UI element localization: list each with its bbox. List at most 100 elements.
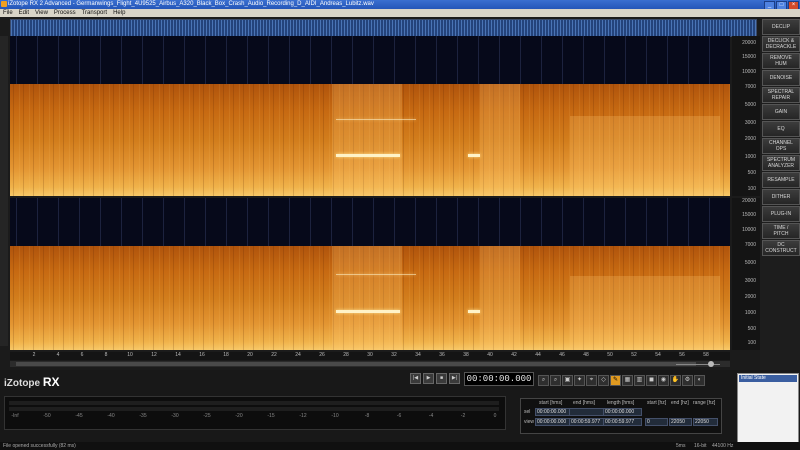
meter-scale-label: -45 <box>75 413 83 419</box>
time-label: 38 <box>463 352 469 358</box>
spectrogram-channel-right[interactable] <box>10 198 730 350</box>
sel-end-field[interactable] <box>569 408 604 416</box>
menu-file[interactable]: File <box>0 9 16 17</box>
history-item[interactable]: Initial State <box>739 375 797 382</box>
freq-label: 10000 <box>742 227 756 233</box>
lasso-icon[interactable]: ◇ <box>598 375 609 386</box>
zoom-slider[interactable] <box>668 361 728 367</box>
module-button-declip[interactable]: DECLIP <box>762 19 800 35</box>
transport-controls: |◀ ▶ ■ ▶| <box>410 373 460 384</box>
meter-scale-label: -20 <box>235 413 243 419</box>
module-button-denoise[interactable]: DENOISE <box>762 70 800 86</box>
time-label: 16 <box>199 352 205 358</box>
time-label: 4 <box>56 352 60 358</box>
module-button-dither[interactable]: DITHER <box>762 189 800 205</box>
view-start-field[interactable]: 00:00:00.000 <box>535 418 570 426</box>
selection-info-panel: start [hms] end [hms] length [hms] start… <box>520 398 722 434</box>
header-start-hms: start [hms] <box>539 400 563 406</box>
time-axis: 2 4 6 8 10 12 14 16 18 20 22 24 26 28 30 32 34 36 38 40 42 44… <box>10 352 730 360</box>
horizontal-scrollbar[interactable] <box>10 361 730 367</box>
stop-button[interactable]: ■ <box>436 373 447 384</box>
freq-label: 7000 <box>744 242 756 248</box>
freq-label: 5000 <box>744 260 756 266</box>
meter-scale-label: -50 <box>43 413 51 419</box>
status-message: File opened successfully (82 ms) <box>3 443 76 449</box>
meter-scale-label: -12 <box>299 413 307 419</box>
rect-select-icon[interactable]: ◼ <box>646 375 657 386</box>
brightness-icon[interactable]: ◐ <box>694 375 705 386</box>
time-label: 28 <box>343 352 349 358</box>
freq-label: 10000 <box>742 69 756 75</box>
header-end-hz: end [hz] <box>671 400 689 406</box>
time-label: 34 <box>415 352 421 358</box>
window-title: iZotope RX 2 Advanced - Germanwings_Flig… <box>8 1 374 7</box>
zoom-in-icon[interactable]: ⌕ <box>538 375 549 386</box>
module-button-declick-decrackle[interactable]: DECLICK & DECRACKLE <box>762 36 800 52</box>
meter-scale-label: -Inf <box>11 413 19 419</box>
module-button-dc-construct[interactable]: DC CONSTRUCT <box>762 240 800 256</box>
time-label: 14 <box>175 352 181 358</box>
module-button-spectral-repair[interactable]: SPECTRAL REPAIR <box>762 87 800 103</box>
freq-label: 500 <box>747 326 756 332</box>
brush-icon[interactable]: ✎ <box>610 375 621 386</box>
meter-scale-label: -40 <box>107 413 115 419</box>
zoom-slider-knob[interactable] <box>708 361 714 367</box>
menu-transport[interactable]: Transport <box>79 9 110 17</box>
settings-icon[interactable]: ⚙ <box>682 375 693 386</box>
tone-line <box>468 154 480 157</box>
view-start-hz-field[interactable]: 0 <box>645 418 668 426</box>
module-button-plug-in[interactable]: PLUG-IN <box>762 206 800 222</box>
overview-view-region[interactable] <box>11 20 756 36</box>
module-button-gain[interactable]: GAIN <box>762 104 800 120</box>
freq-label: 1000 <box>744 310 756 316</box>
time-label: 8 <box>104 352 108 358</box>
level-meter: -Inf -50 -45 -40 -35 -30 -25 -20 -15 -12 -10 -8 -6 -4… <box>4 396 506 430</box>
module-button-spectrum-analyzer[interactable]: SPECTRUM ANALYZER <box>762 155 800 171</box>
bottom-panel: iZotope RX |◀ ▶ ■ ▶| 00:00:00.000 ⌕ ⌕ ▣ ✦ ⌖ ◇… <box>0 370 800 450</box>
scrollbar-thumb[interactable] <box>16 362 696 366</box>
menu-process[interactable]: Process <box>51 9 79 17</box>
freq-label: 1000 <box>744 154 756 160</box>
timecode-display: 00:00:00.000 <box>464 372 534 386</box>
freq-select-icon[interactable]: ▥ <box>634 375 645 386</box>
freq-label: 20000 <box>742 198 756 204</box>
sel-length-field[interactable]: 00:00:00.000 <box>603 408 642 416</box>
module-button-eq[interactable]: EQ <box>762 121 800 137</box>
module-button-time-pitch[interactable]: TIME / PITCH <box>762 223 800 239</box>
play-button[interactable]: ▶ <box>423 373 434 384</box>
time-label: 2 <box>32 352 36 358</box>
time-label: 18 <box>223 352 229 358</box>
magic-wand-icon[interactable]: ✦ <box>574 375 585 386</box>
lasso-tool-icon[interactable]: ◉ <box>658 375 669 386</box>
status-bar: File opened successfully (82 ms) 5ms 16-… <box>0 442 800 450</box>
view-range-hz-field[interactable]: 22050 <box>693 418 718 426</box>
zoom-fit-icon[interactable]: ▣ <box>562 375 573 386</box>
crosshair-icon[interactable]: ⌖ <box>586 375 597 386</box>
forward-button[interactable]: ▶| <box>449 373 460 384</box>
izotope-logo: iZotope RX <box>4 375 60 389</box>
view-end-hz-field[interactable]: 22050 <box>669 418 692 426</box>
meter-scale-label: -35 <box>139 413 147 419</box>
time-label: 24 <box>295 352 301 358</box>
waveform-overview[interactable] <box>10 19 757 37</box>
time-label: 50 <box>607 352 613 358</box>
freq-label: 500 <box>747 170 756 176</box>
zoom-out-icon[interactable]: ⌕ <box>550 375 561 386</box>
module-button-remove-hum[interactable]: REMOVE HUM <box>762 53 800 69</box>
menu-help[interactable]: Help <box>110 9 128 17</box>
amplitude-ruler <box>0 36 8 346</box>
freq-label: 3000 <box>744 278 756 284</box>
view-end-field[interactable]: 00:00:59.977 <box>569 418 604 426</box>
module-button-channel-ops[interactable]: CHANNEL OPS <box>762 138 800 154</box>
freq-label: 3000 <box>744 120 756 126</box>
spectrogram-channel-left[interactable] <box>10 36 730 196</box>
time-label: 52 <box>631 352 637 358</box>
hand-icon[interactable]: ✋ <box>670 375 681 386</box>
menu-edit[interactable]: Edit <box>16 9 32 17</box>
sel-start-field[interactable]: 00:00:00.000 <box>535 408 570 416</box>
view-length-field[interactable]: 00:00:59.977 <box>603 418 642 426</box>
time-select-icon[interactable]: ▦ <box>622 375 633 386</box>
module-button-resample[interactable]: RESAMPLE <box>762 172 800 188</box>
rewind-button[interactable]: |◀ <box>410 373 421 384</box>
menu-view[interactable]: View <box>32 9 51 17</box>
